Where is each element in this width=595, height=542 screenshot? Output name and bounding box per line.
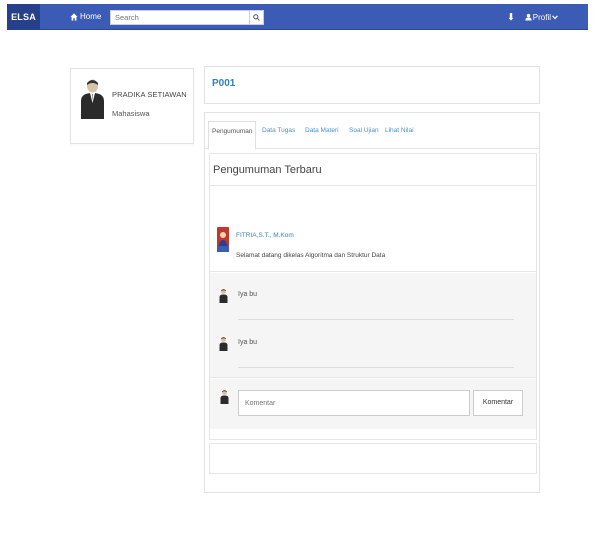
brand-logo[interactable]: ELSA (7, 4, 40, 30)
home-label: Home (80, 12, 102, 21)
tab-lihat-nilai[interactable]: Lihat Nilai (385, 121, 414, 149)
comment-divider (238, 367, 514, 368)
student-name: PRADIKA SETIAWAN (112, 90, 187, 99)
notification-icon[interactable] (508, 13, 514, 21)
announcement-author[interactable]: FITRIA,S.T., M.Kom (236, 232, 294, 239)
user-silhouette-icon (219, 337, 228, 351)
comment-input[interactable] (238, 390, 470, 416)
chevron-down-icon (552, 15, 558, 20)
profile-menu[interactable]: Profil (525, 13, 558, 22)
search-box (110, 10, 264, 25)
tab-soal-ujian[interactable]: Soal Ujian (349, 121, 379, 149)
tab-data-tugas[interactable]: Data Tugas (262, 121, 295, 149)
comment-divider (238, 319, 514, 320)
tab-data-materi[interactable]: Data Materi (305, 121, 339, 149)
comment-text: Iya bu (238, 291, 258, 298)
profile-label: Profil (532, 12, 551, 22)
comment-text: Iya bu (238, 339, 258, 346)
user-icon (525, 13, 532, 21)
student-avatar (81, 79, 104, 119)
course-content-card: Pengumuman Data Tugas Data Materi Soal U… (204, 112, 540, 493)
navbar-bar: ELSA Home Search Profil (7, 4, 588, 30)
tab-bar: Pengumuman Data Tugas Data Materi Soal U… (205, 113, 539, 150)
course-code: P001 (212, 78, 236, 89)
home-link[interactable]: Home (70, 4, 101, 30)
profile-card: PRADIKA SETIAWAN Mahasiswa (70, 68, 194, 144)
lecturer-avatar (217, 227, 229, 252)
search-button[interactable] (249, 11, 263, 24)
comment-form: Komentar (210, 379, 536, 429)
navbar-right: Profil (508, 4, 558, 30)
search-icon (253, 14, 260, 21)
announcement-item: FITRIA,S.T., M.Kom Selamat datang dikela… (210, 187, 536, 272)
search-input[interactable] (111, 11, 249, 24)
home-icon (70, 13, 78, 21)
course-header: P001 (204, 66, 540, 104)
top-navbar: ELSA Home Search Profil (0, 4, 595, 30)
user-silhouette-icon (219, 289, 228, 303)
comment-item: Iya bu (210, 273, 536, 320)
empty-panel (209, 443, 537, 474)
announcement-text: Selamat datang dikelas Algoritma dan Str… (236, 252, 386, 259)
comment-submit-button[interactable]: Komentar (473, 390, 523, 416)
user-silhouette-icon (220, 390, 229, 404)
comment-list: Iya bu Iya bu (210, 273, 536, 378)
announcement-panel: Pengumuman Terbaru FITRIA,S.T., M.Kom Se… (209, 153, 537, 440)
tab-pengumuman[interactable]: Pengumuman (208, 121, 257, 150)
announcement-heading: Pengumuman Terbaru (210, 154, 536, 186)
comment-item: Iya bu (210, 321, 536, 368)
student-role: Mahasiswa (112, 109, 150, 118)
